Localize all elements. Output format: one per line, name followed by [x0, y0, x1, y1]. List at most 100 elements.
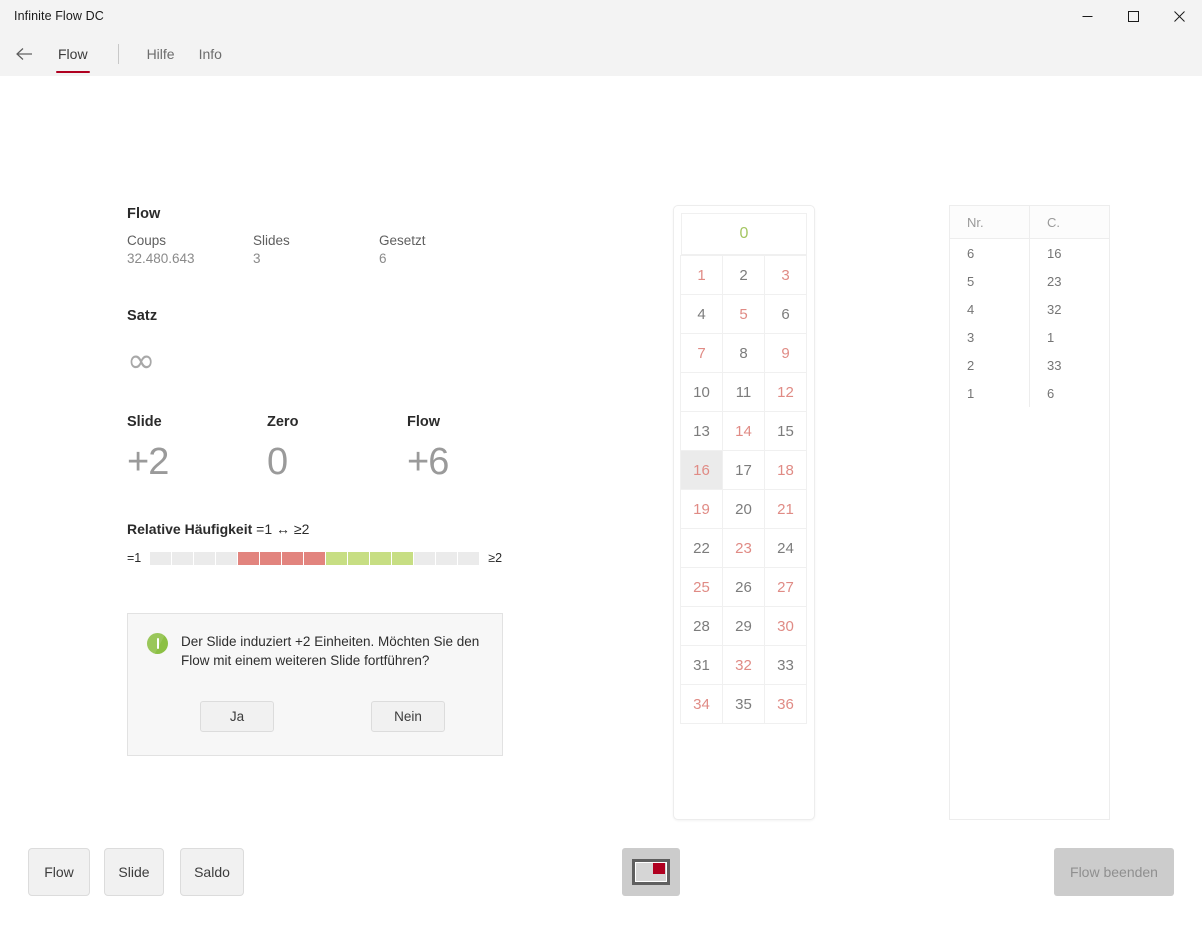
metric-zero-value: 0	[267, 441, 288, 483]
roulette-cell-33[interactable]: 33	[764, 645, 807, 685]
stat-coups: Coups 32.480.643	[127, 233, 253, 266]
roulette-cell-18[interactable]: 18	[764, 450, 807, 490]
infinity-icon: ∞	[127, 341, 156, 381]
frequency-segment-12	[414, 551, 436, 565]
table-row: 4 32	[950, 295, 1109, 323]
stat-gesetzt: Gesetzt 6	[379, 233, 505, 266]
roulette-cell-31[interactable]: 31	[680, 645, 723, 685]
table-chip-button[interactable]	[622, 848, 680, 896]
close-button[interactable]	[1156, 0, 1202, 32]
info-icon	[147, 633, 168, 654]
tab-info[interactable]: Info	[191, 37, 230, 71]
history-cell-nr: 6	[967, 245, 975, 261]
flow-section-title: Flow	[127, 206, 161, 222]
roulette-cell-7[interactable]: 7	[680, 333, 723, 373]
roulette-cell-14[interactable]: 14	[722, 411, 765, 451]
roulette-cell-8[interactable]: 8	[722, 333, 765, 373]
stat-slides: Slides 3	[253, 233, 379, 266]
history-cell-nr: 1	[967, 385, 975, 401]
frequency-right-label: ≥2	[488, 551, 503, 565]
frequency-segment-3	[216, 551, 238, 565]
metrics-row: Slide +2 Zero 0 Flow +6	[127, 414, 547, 481]
roulette-cell-0[interactable]: 0	[681, 213, 807, 255]
roulette-cell-11[interactable]: 11	[722, 372, 765, 412]
history-cell-c: 32	[1029, 295, 1109, 323]
roulette-cell-1[interactable]: 1	[680, 255, 723, 295]
roulette-cell-15[interactable]: 15	[764, 411, 807, 451]
tab-hilfe[interactable]: Hilfe	[139, 37, 183, 71]
frequency-segment-14	[458, 551, 480, 565]
back-arrow-icon	[15, 48, 32, 60]
minimize-icon	[1082, 15, 1092, 17]
roulette-cell-19[interactable]: 19	[680, 489, 723, 529]
dialog-no-button[interactable]: Nein	[371, 701, 445, 732]
slide-button[interactable]: Slide	[104, 848, 164, 896]
roulette-cell-21[interactable]: 21	[764, 489, 807, 529]
frequency-segment-5	[260, 551, 282, 565]
roulette-cell-24[interactable]: 24	[764, 528, 807, 568]
roulette-cell-36[interactable]: 36	[764, 684, 807, 724]
roulette-cell-2[interactable]: 2	[722, 255, 765, 295]
roulette-rows: 1 2 3 4 5 6 7 8 9 10 11 12 13 14 15 16 17 18 19 20 21 22 23 24 2…	[680, 255, 807, 724]
table-row: 31	[950, 323, 1109, 351]
roulette-cell-6[interactable]: 6	[764, 294, 807, 334]
roulette-cell-17[interactable]: 17	[722, 450, 765, 490]
roulette-cell-13[interactable]: 13	[680, 411, 723, 451]
back-button[interactable]	[6, 38, 42, 70]
frequency-segment-9	[348, 551, 370, 565]
dialog-buttons: Ja Nein	[128, 701, 502, 732]
roulette-cell-29[interactable]: 29	[722, 606, 765, 646]
roulette-cell-27[interactable]: 27	[764, 567, 807, 607]
roulette-cell-16[interactable]: 16	[680, 450, 723, 490]
stats-panel: Flow Coups 32.480.643 Slides 3 Gesetzt 6…	[127, 206, 547, 565]
roulette-cell-20[interactable]: 20	[722, 489, 765, 529]
roulette-row: 456	[680, 294, 807, 334]
main-content: Flow Coups 32.480.643 Slides 3 Gesetzt 6…	[0, 76, 1202, 934]
roulette-cell-35[interactable]: 35	[722, 684, 765, 724]
roulette-cell-23[interactable]: 23	[722, 528, 765, 568]
roulette-cell-12[interactable]: 12	[764, 372, 807, 412]
saldo-button[interactable]: Saldo	[180, 848, 244, 896]
frequency-title: Relative Häufigkeit =1 ↔ ≥2	[127, 521, 547, 537]
roulette-cell-25[interactable]: 25	[680, 567, 723, 607]
roulette-cell-9[interactable]: 9	[764, 333, 807, 373]
roulette-cell-4[interactable]: 4	[680, 294, 723, 334]
minimize-button[interactable]	[1064, 0, 1110, 32]
roulette-cell-22[interactable]: 22	[680, 528, 723, 568]
frequency-left-label: =1	[127, 551, 142, 565]
roulette-row: 22 23 24	[680, 528, 807, 568]
roulette-cell-3[interactable]: 3	[764, 255, 807, 295]
table-row: 5 23	[950, 267, 1109, 295]
frequency-bar	[150, 551, 480, 565]
frequency-segment-0	[150, 551, 172, 565]
frequency-segment-13	[436, 551, 458, 565]
roulette-row: 25 26 27	[680, 567, 807, 607]
flow-beenden-button[interactable]: Flow beenden	[1054, 848, 1174, 896]
roulette-grid: 0 1 2 3 4 5 6 7 8 9 10 11 12 13 14 15 16 17 18 19 20 21 22 23 2…	[673, 205, 815, 820]
roulette-row: 123	[680, 255, 807, 295]
metric-zero-label: Zero	[267, 414, 299, 430]
history-cell-c: 33	[1029, 351, 1109, 379]
roulette-cell-28[interactable]: 28	[680, 606, 723, 646]
metric-slide-label: Slide	[127, 414, 162, 430]
frequency-segment-1	[172, 551, 194, 565]
history-cell-c: 23	[1029, 267, 1109, 295]
close-icon	[1173, 10, 1185, 22]
roulette-row: 19 20 21	[680, 489, 807, 529]
roulette-cell-34[interactable]: 34	[680, 684, 723, 724]
history-header-c: C.	[1029, 206, 1109, 238]
flow-button[interactable]: Flow	[28, 848, 90, 896]
roulette-cell-30[interactable]: 30	[764, 606, 807, 646]
roulette-cell-5[interactable]: 5	[722, 294, 765, 334]
maximize-button[interactable]	[1110, 0, 1156, 32]
roulette-cell-32[interactable]: 32	[722, 645, 765, 685]
satz-section-title: Satz	[127, 308, 158, 324]
title-bar: Infinite Flow DC	[0, 0, 1202, 32]
frequency-segment-8	[326, 551, 348, 565]
tab-flow[interactable]: Flow	[50, 37, 96, 73]
frequency-title-rest: =1 ↔ ≥2	[256, 521, 310, 537]
dialog-yes-button[interactable]: Ja	[200, 701, 274, 732]
roulette-cell-26[interactable]: 26	[722, 567, 765, 607]
roulette-cell-10[interactable]: 10	[680, 372, 723, 412]
dialog-message: Der Slide induziert +2 Einheiten. Möchte…	[181, 634, 480, 668]
